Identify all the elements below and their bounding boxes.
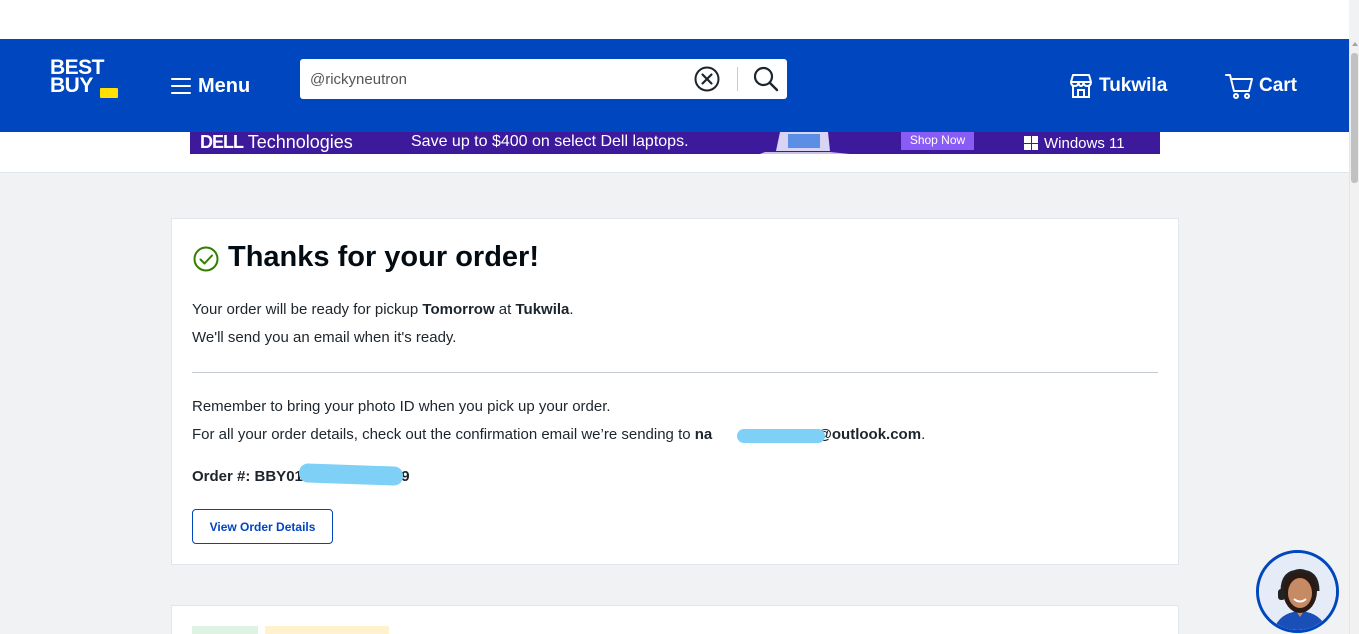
dell-logo: DELL Technologies — [200, 132, 353, 152]
order-items-card — [171, 605, 1179, 634]
photo-id-reminder: Remember to bring your photo ID when you… — [192, 398, 611, 415]
shop-now-button[interactable]: Shop Now — [901, 132, 974, 150]
store-icon — [1070, 74, 1092, 98]
status-badge-green — [192, 626, 258, 634]
pickup-ready-text: Your order will be ready for pickup Tomo… — [192, 300, 574, 320]
order-number-prefix: Order #: BBY01 — [192, 468, 303, 485]
email-visible-start: na — [694, 426, 713, 443]
order-number-redaction — [298, 463, 404, 486]
menu-button[interactable]: Menu — [171, 74, 250, 98]
email-domain: @outlook.com — [817, 426, 922, 443]
search-divider — [737, 67, 738, 91]
cart-label: Cart — [1259, 75, 1298, 96]
agent-avatar-icon — [1259, 553, 1336, 630]
view-order-details-button[interactable]: View Order Details — [192, 509, 333, 544]
page-title: Thanks for your order! — [228, 241, 539, 273]
chat-agent-avatar[interactable] — [1256, 550, 1339, 633]
cart-icon — [1225, 74, 1253, 99]
pickup-end: . — [569, 301, 574, 318]
hamburger-icon — [171, 78, 191, 94]
details-prefix: For all your order details, check out th… — [192, 426, 695, 443]
laptop-image — [760, 132, 850, 154]
pickup-prefix: Your order will be ready for pickup — [192, 301, 423, 318]
order-confirmation-card: Thanks for your order! Your order will b… — [171, 218, 1179, 565]
section-divider — [192, 372, 1158, 373]
pickup-at: at — [494, 301, 516, 318]
windows-label: Windows 11 — [1044, 134, 1125, 152]
search-input[interactable] — [310, 67, 680, 91]
pickup-when: Tomorrow — [422, 301, 495, 318]
dell-logo-text: Technologies — [247, 132, 353, 152]
cart-button[interactable]: Cart — [1225, 73, 1297, 99]
email-notice-text: We'll send you an email when it's ready. — [192, 329, 457, 346]
search-icon[interactable] — [752, 65, 780, 93]
best-buy-logo[interactable]: BEST BUY — [50, 57, 122, 101]
pickup-store: Tukwila — [515, 301, 570, 318]
dell-promo-banner[interactable]: DELL Technologies Save up to $400 on sel… — [190, 132, 1160, 154]
banner-promo-text: Save up to $400 on select Dell laptops. — [411, 133, 689, 150]
windows-logo-icon — [1024, 136, 1038, 150]
store-label: Tukwila — [1099, 75, 1168, 96]
status-badge-yellow — [265, 626, 389, 634]
browser-top-area — [0, 0, 1349, 39]
clear-search-icon[interactable] — [694, 66, 720, 92]
scrollbar-thumb[interactable] — [1351, 53, 1358, 183]
check-circle-icon — [193, 246, 219, 272]
page-scrollbar[interactable] — [1349, 39, 1359, 634]
email-redaction — [737, 429, 825, 443]
details-end: . — [921, 426, 926, 443]
logo-tag-icon — [100, 88, 118, 98]
windows-11-badge: Windows 11 — [1024, 132, 1125, 154]
promo-banner-area: DELL Technologies Save up to $400 on sel… — [0, 132, 1349, 173]
menu-label: Menu — [198, 74, 251, 97]
store-locator[interactable]: Tukwila — [1069, 73, 1167, 99]
scroll-up-arrow-icon[interactable] — [1352, 42, 1358, 46]
search-bar — [300, 59, 787, 99]
